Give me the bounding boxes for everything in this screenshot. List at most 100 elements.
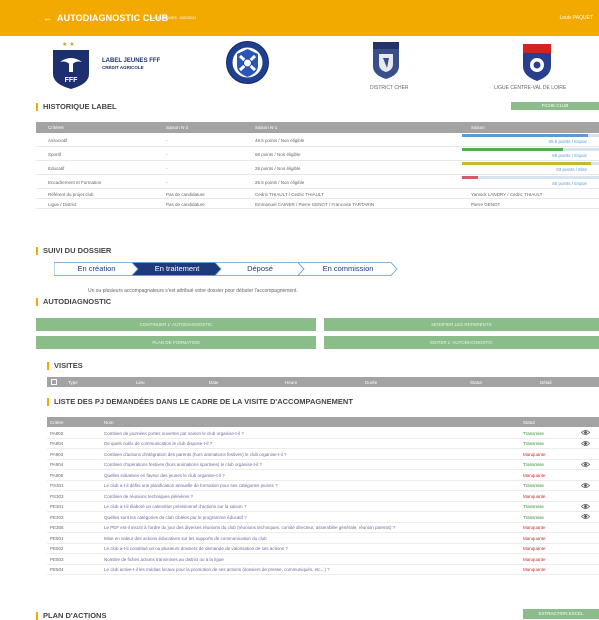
pj-table-body: PA802 Combien de journées portes ouvertes… [47,428,599,575]
score-label: 55.5 points / Espoir [548,139,587,144]
section-title-historique: HISTORIQUE LABEL [36,103,117,111]
nom-cell: De quels outils de communication le club… [104,441,213,446]
label-jeunes-sponsor: CRÉDIT AGRICOLE [102,65,144,70]
critere-cell: PE301 [50,504,64,509]
table-cell: 26.5 points / Non éligible [255,180,305,185]
nom-cell: Quelles sont les catégories du club cibl… [104,514,247,520]
modifier-referents-button[interactable]: MODIFIER LES REFERENTS [324,318,599,331]
table-row: Educatif - 26 points / Non éligible 93 poin… [36,161,599,175]
status-badge: Manquante [523,546,546,551]
table-row: Référent du projet club Pas de candidatur… [36,189,599,199]
nom-cell: Quelles initiatives en faveur des jeunes… [104,472,225,478]
table-cell: Educatif [48,166,65,171]
nom-cell: Le club a-t-il défini une planification … [104,483,278,488]
score-bar: 69 points / Espoir [462,148,599,160]
section-title-visites: VISITES [47,362,83,370]
step-label: En traitement [154,264,200,273]
column-header: Lieu [136,379,145,385]
table-cell: - [166,166,168,171]
table-row: Sportif - 68 points / Non éligible 69 point… [36,147,599,161]
pj-table-header: Critère Nom Statut [47,417,599,427]
status-badge: Transmise [523,514,544,520]
table-cell: Cedric THIAULT / Cedric THIAULT [255,192,324,197]
table-row: PA904 Combien d'opérations festives (hors… [47,460,599,470]
label-jeunes-logo: LABEL JEUNES FFF CRÉDIT AGRICOLE [102,58,160,70]
status-badge: Transmise [523,504,544,509]
table-row: PE502 Le club a-t-il constitué un ou plus… [47,544,599,554]
editer-autodiagnostic-button[interactable]: EDITER L' AUTODIAGNOSTIC [324,336,599,349]
table-row: PS303 Combien de réunions techniques plén… [47,491,599,502]
column-header: Date [209,379,219,385]
svg-text:★ ★: ★ ★ [62,41,75,48]
table-cell: - [166,180,168,185]
critere-cell: PE305 [50,525,64,530]
table-cell: Pas de candidature [166,202,205,207]
column-header: Saison [471,125,485,130]
table-row: Associatif - 49.5 points / Non éligible 55.… [36,133,599,147]
table-row: PA905 Quelles initiatives en faveur des j… [47,470,599,481]
eye-icon[interactable] [580,461,591,468]
column-header: Type [68,379,78,385]
step-label: Déposé [247,264,273,273]
nom-cell: Le PEF est-il inscrit à l'ordre du jour … [104,525,396,530]
table-cell: Emmanuel CAINER / Pierre GENOT / Francoi… [255,202,375,207]
status-badge: Manquante [523,493,546,499]
critere-cell: PA903 [50,451,64,457]
select-all-checkbox[interactable] [51,379,57,385]
label-jeunes-title: LABEL JEUNES FFF [102,58,161,64]
step-commission: En commission [298,262,398,276]
eye-icon[interactable] [580,440,591,447]
score-label: 69 points / Espoir [552,153,587,158]
table-row: PA802 Combien de journées portes ouvertes… [47,428,599,439]
nom-cell: Combien de journées portes ouvertes par … [104,430,244,436]
table-row: PS301 Le club a-t-il défini une planifica… [47,481,599,491]
status-badge: Manquante [523,567,546,572]
dossier-status-note: Un ou plusieurs accompagnateurs s'est at… [88,288,298,294]
eye-icon[interactable] [580,503,591,510]
section-title-suivi: SUIVI DU DOSSIER [36,247,111,255]
historique-table: Critères Saison N-2 Saison N-1 Saison As… [36,122,599,209]
column-header: Saison N-1 [255,125,278,130]
eye-icon[interactable] [580,482,591,489]
fiche-club-button[interactable]: FICHE CLUB [511,102,599,110]
nom-cell: Combien d'opérations festives (hors anim… [104,462,263,467]
column-header: Critère [50,419,64,425]
section-title-pj: LISTE DES PJ DEMANDÉES DANS LE CADRE DE … [47,398,353,406]
user-name[interactable]: Louis PAQUET [559,15,593,21]
critere-cell: PE501 [50,535,64,541]
table-row: PE501 Mise en valeur des actions éducativ… [47,533,599,544]
table-row: Ligue / District Pas de candidature Emmanu… [36,199,599,209]
status-badge: Manquante [523,535,546,541]
table-cell: Référent du projet club [48,192,94,197]
table-cell: Encadrement et Formation [48,180,102,185]
column-header: Saison N-2 [166,125,189,130]
column-header: Détail [540,379,552,385]
score-label: 55 points / Espoir [552,181,587,186]
critere-cell: PA904 [50,462,64,467]
plan-formation-button[interactable]: PLAN DE FORMATION [36,336,316,349]
nom-cell: Mise en valeur des actions éducatives su… [104,535,267,541]
nom-cell: Combien d'actions d'intégration des pare… [104,451,287,457]
table-cell: Yannick LANDRY / Cedric THIAULT [471,192,543,197]
score-bar: 55.5 points / Espoir [462,134,599,146]
score-bar: 55 points / Espoir [462,176,599,188]
column-header: Statut [523,419,535,425]
arrow-left-icon[interactable]: ← [43,14,52,23]
table-cell: 26 points / Non éligible [255,166,301,171]
column-header: Critères [48,125,64,130]
continuer-autodiagnostic-button[interactable]: CONTINUER L' AUTODIAGNOSTIC [36,318,316,331]
district-logo [371,40,401,80]
status-badge: Transmise [523,430,544,436]
critere-cell: PE303 [50,514,64,520]
status-badge: Transmise [523,441,544,446]
eye-icon[interactable] [580,513,591,520]
step-label: En création [77,264,116,273]
eye-icon[interactable] [580,429,591,436]
status-badge: Manquante [523,451,546,457]
extraction-excel-button[interactable]: EXTRACTION EXCEL [523,609,599,619]
section-title-plan-actions: PLAN D'ACTIONS [36,612,106,620]
step-label: En commission [322,264,374,273]
table-row: PE301 Le club a-t-il élaboré un calendrie… [47,502,599,512]
ligue-logo [521,40,553,82]
district-label: DISTRICT CHER [370,85,409,91]
